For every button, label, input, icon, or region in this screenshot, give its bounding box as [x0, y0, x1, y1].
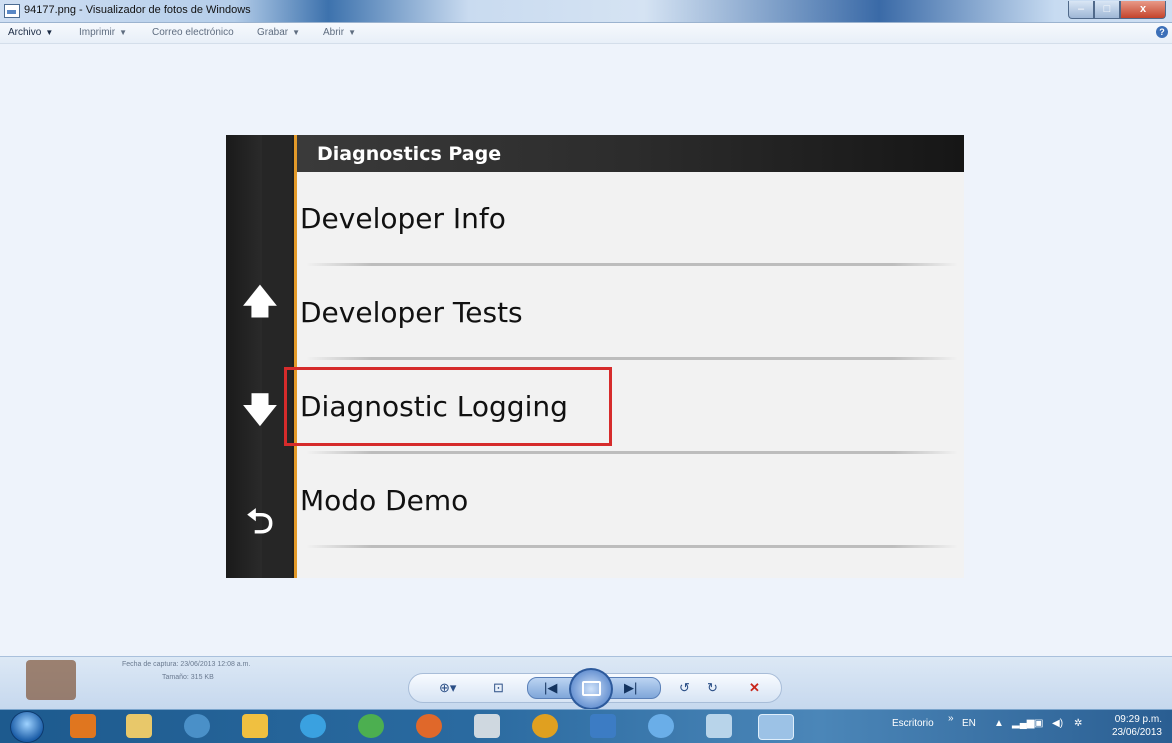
clock-time: 09:29 p.m.	[1114, 714, 1162, 725]
rotate-left-icon[interactable]: ↺	[679, 680, 690, 696]
menu-abrir[interactable]: Abrir ▼	[323, 27, 356, 38]
language-indicator[interactable]: EN	[962, 718, 976, 729]
internet-explorer-icon[interactable]	[300, 714, 326, 738]
next-button[interactable]: ▶|	[624, 680, 637, 696]
expand-chevron[interactable]: »	[948, 713, 954, 724]
file-size-info: Tamaño: 315 KB	[162, 674, 214, 681]
desktop-toolbar-label[interactable]: Escritorio	[892, 718, 934, 729]
menu-abrir-label: Abrir	[323, 27, 345, 38]
chevron-down-icon: ▼	[119, 28, 128, 37]
thumbnail-image	[26, 660, 76, 700]
clock[interactable]: 09:29 p.m. 23/06/2013	[1112, 713, 1162, 739]
up-arrow-icon: 🡅	[242, 283, 278, 321]
store-icon[interactable]	[590, 714, 616, 738]
list-item-label: Modo Demo	[300, 484, 469, 517]
rotate-right-icon[interactable]: ↻	[707, 680, 718, 696]
sync-icon[interactable]: ✲	[1074, 718, 1082, 729]
file-explorer-icon[interactable]	[126, 714, 152, 738]
menu-grabar[interactable]: Grabar ▼	[257, 27, 300, 38]
list-item-label: Developer Info	[300, 202, 506, 235]
start-button[interactable]	[10, 711, 44, 743]
menu-archivo[interactable]: Archivo ▼	[8, 27, 53, 38]
actual-size-icon[interactable]: ⊡	[493, 680, 504, 696]
menu-imprimir[interactable]: Imprimir ▼	[79, 27, 127, 38]
menu-correo-label: Correo electrónico	[152, 27, 234, 38]
maximize-button[interactable]: □	[1094, 1, 1120, 19]
volume-icon[interactable]: ◀)	[1052, 718, 1063, 729]
close-button[interactable]: x	[1120, 1, 1166, 19]
show-hidden-icons[interactable]: ▲	[994, 718, 1004, 729]
accent-line	[294, 135, 297, 578]
firefox-icon[interactable]	[416, 714, 442, 738]
photo-viewer-app-icon[interactable]	[4, 4, 20, 18]
list-item: Developer Info	[300, 172, 964, 266]
list-item: Modo Demo	[300, 454, 964, 548]
list-item: Developer Tests	[300, 266, 964, 360]
slideshow-button[interactable]	[569, 668, 613, 710]
title-bar: 94177.png - Visualizador de fotos de Win…	[0, 0, 1172, 23]
paint-icon[interactable]	[706, 714, 732, 738]
displayed-photo: 🡅 🡇 ⮌ Diagnostics Page Developer Info De…	[226, 135, 964, 578]
divider	[306, 545, 958, 548]
down-arrow-icon: 🡇	[242, 391, 278, 429]
calculator-icon[interactable]	[474, 714, 500, 738]
device-header-title: Diagnostics Page	[317, 143, 502, 165]
menu-archivo-label: Archivo	[8, 27, 42, 38]
zoom-icon[interactable]: ⊕▾	[439, 680, 456, 696]
upload-icon[interactable]	[648, 714, 674, 738]
globe-icon[interactable]	[184, 714, 210, 738]
minimize-button[interactable]: –	[1068, 1, 1094, 19]
menu-imprimir-label: Imprimir	[79, 27, 116, 38]
chevron-down-icon: ▼	[292, 28, 301, 37]
signal-icon[interactable]: ▂▄▆	[1012, 718, 1034, 729]
window-title: 94177.png - Visualizador de fotos de Win…	[24, 4, 251, 16]
viewer-control-bar: Fecha de captura: 23/06/2013 12:08 a.m. …	[0, 656, 1172, 710]
menu-correo[interactable]: Correo electrónico	[152, 27, 234, 38]
capture-date-info: Fecha de captura: 23/06/2013 12:08 a.m.	[122, 661, 251, 668]
list-item-label: Developer Tests	[300, 296, 523, 329]
media-player-icon[interactable]	[70, 714, 96, 738]
menu-grabar-label: Grabar	[257, 27, 289, 38]
taskbar: Escritorio » EN ▲ ▂▄▆ ▣ ◀) ✲ 09:29 p.m. …	[0, 709, 1172, 743]
playback-controls: ⊕▾ ⊡ |◀ ▶| ↺ ↻ ✕	[408, 668, 782, 710]
help-icon[interactable]: ?	[1156, 26, 1168, 38]
clock-date: 23/06/2013	[1111, 727, 1162, 738]
delete-icon[interactable]: ✕	[749, 680, 760, 696]
highlight-box	[284, 367, 612, 446]
back-icon: ⮌	[246, 503, 274, 541]
chevron-down-icon: ▼	[45, 28, 54, 37]
menu-bar: Archivo ▼ Imprimir ▼ Correo electrónico Gr…	[0, 23, 1172, 44]
photo-viewer-taskbar-icon[interactable]	[758, 714, 794, 740]
window-controls: – □ x	[1068, 1, 1166, 19]
mail-icon[interactable]	[242, 714, 268, 738]
network-icon[interactable]: ▣	[1034, 718, 1043, 729]
previous-button[interactable]: |◀	[544, 680, 557, 696]
chrome-icon[interactable]	[358, 714, 384, 738]
device-header: Diagnostics Page	[297, 135, 964, 172]
chevron-down-icon: ▼	[348, 28, 357, 37]
app-icon[interactable]	[532, 714, 558, 738]
